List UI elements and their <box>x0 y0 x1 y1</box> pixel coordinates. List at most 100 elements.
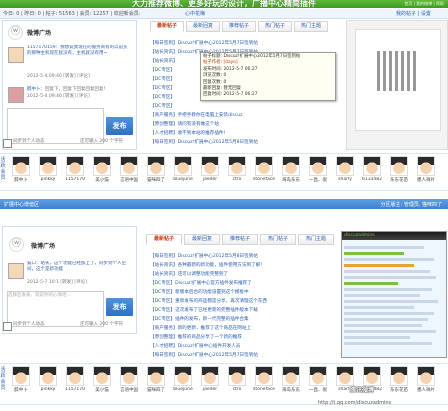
member-avatar[interactable]: bluejune <box>172 156 194 182</box>
member-avatar[interactable]: 一直、很 <box>307 366 329 393</box>
list-item[interactable]: 【DC专区】 <box>150 85 200 91</box>
list-item[interactable]: 【站长资讯】 <box>150 58 200 64</box>
member-avatar[interactable]: 1157170 <box>64 156 86 182</box>
tab-hot-posts[interactable]: 热门帖子 <box>258 21 292 32</box>
list-item[interactable]: 【DC专区】 <box>150 67 200 73</box>
member-name: stoneface <box>253 387 275 392</box>
publish-button[interactable]: 发布 <box>106 298 133 316</box>
member-avatar[interactable]: 醉中卜 <box>10 156 32 183</box>
text-line <box>344 246 424 249</box>
strip-label: 活跃会员 <box>0 367 6 391</box>
member-avatar[interactable]: 东东花苗 <box>388 366 410 393</box>
member-avatar[interactable]: 美小猫 <box>91 366 113 393</box>
member-avatar[interactable]: 海岛东东 <box>280 366 302 393</box>
member-avatar[interactable]: stoneface <box>253 366 275 392</box>
sync-checkbox[interactable] <box>3 322 12 331</box>
list-item[interactable]: 【人才招聘】Discuz!扩展中心插件开发人员 <box>150 343 336 349</box>
member-avatar[interactable]: 墨人祥片 <box>415 156 437 183</box>
member-avatar[interactable]: 一直、很 <box>307 156 329 183</box>
post-list-bottom: 【每日签到】Discuz!扩展中心2012年5月8日签到帖 【站长资讯】各种最新… <box>150 250 336 360</box>
member-name: 醉中卜 <box>14 178 28 183</box>
member-name: pinkky <box>40 387 56 392</box>
member-avatar[interactable]: 墨人祥片 <box>415 366 437 393</box>
text-line <box>344 318 428 321</box>
member-name: stoneface <box>253 177 275 182</box>
section-title[interactable]: 扩展中心增值区 <box>4 201 39 208</box>
sync-checkbox[interactable] <box>3 139 12 148</box>
member-avatar[interactable]: jaeder <box>199 366 221 392</box>
post-meta[interactable]: 2012-5-4 09:40 [转发] [评论] <box>27 74 90 80</box>
list-item[interactable]: 【DC专区】插件的发布，新一代完整的插件合集 <box>150 316 336 322</box>
list-item[interactable]: 【站长资讯】还可以调整功能完整到了 <box>150 271 336 277</box>
ad-image[interactable] <box>346 20 448 150</box>
watermark-url: http://t.qq.com/discuzadmins <box>318 400 392 406</box>
list-item[interactable]: 【每日签到】Discuz!扩展中心2012年5月7日签到帖 <box>150 40 330 46</box>
member-avatar[interactable]: pinkky <box>37 366 59 392</box>
member-avatar[interactable]: sharly <box>334 156 356 182</box>
watermark-logo: 腾讯微博 <box>350 387 375 394</box>
member-avatar[interactable]: 美小猫 <box>91 156 113 183</box>
list-item[interactable]: 【原创整理】请问有没有做这个站 <box>150 121 330 127</box>
list-item[interactable]: 【DC专区】重新发布的商品都是分享，再次清理这个东西 <box>150 298 336 304</box>
tab-latest-posts[interactable]: 最新帖子 <box>146 234 182 245</box>
section-header: 扩展中心增值区 分区版主: 管理员, 猫咪四了 <box>0 199 448 209</box>
member-avatar[interactable]: 6133482 <box>361 156 383 182</box>
list-item[interactable]: 【每日签到】Discuz!扩展中心2012年5月7日签到帖 <box>150 352 336 358</box>
list-item[interactable]: 【DC专区】 <box>150 94 200 100</box>
text-line <box>344 342 432 345</box>
member-avatar[interactable]: 言语中国 <box>118 156 140 183</box>
tab-latest-replies[interactable]: 最新回复 <box>186 21 220 32</box>
member-avatar[interactable]: pinkky <box>37 156 59 182</box>
tab-latest-replies[interactable]: 最新回复 <box>184 234 220 245</box>
member-avatar[interactable]: jaeder <box>199 156 221 182</box>
list-item[interactable]: 【DC专区】这次发布了已经更新的完整插件版本下载 <box>150 307 336 313</box>
avatar[interactable] <box>8 87 24 103</box>
new-member-link[interactable]: 心中花梅 <box>185 10 205 17</box>
list-item[interactable]: 【站长资讯】各种最新的新功能，插件使用方法到了解！ <box>150 262 336 268</box>
member-avatar[interactable]: 东东花苗 <box>388 156 410 183</box>
member-avatar[interactable]: 猫咪四了 <box>145 156 167 183</box>
strip-label: 活跃会员 <box>0 157 6 181</box>
tab-latest-posts[interactable]: 最新帖子 <box>150 21 184 32</box>
text-line <box>344 300 438 303</box>
tab-recommended[interactable]: 推荐帖子 <box>222 21 256 32</box>
member-avatar[interactable]: 1157170 <box>64 366 86 392</box>
tab-hot-posts[interactable]: 热门帖子 <box>260 234 296 245</box>
banner-links[interactable]: 首页 | 我的微博 | 帮助 <box>404 1 444 7</box>
banner-title: 大力推荐微博、更多好玩的设计，广播中心精简插件 <box>132 0 316 8</box>
member-avatar[interactable]: ctro <box>226 366 248 392</box>
list-item[interactable]: 【每日签到】Discuz!扩展中心2012年5月8日签到帖 <box>150 139 330 145</box>
list-item[interactable]: 【原创整理】推荐的商品分享了一个新的推荐 <box>150 334 336 340</box>
list-item[interactable]: 【DC专区】新版本后台的功能设置到这个模板中 <box>150 289 336 295</box>
member-avatar[interactable]: 海岛东东 <box>280 156 302 183</box>
list-item[interactable]: 【商户服务】新的更新，推荐了这个商品在网站上 <box>150 325 336 331</box>
list-item[interactable]: 【DC专区】 <box>150 76 200 82</box>
list-item[interactable]: 【DC专区】 <box>150 103 200 109</box>
list-item[interactable]: 【DC专区】Discuz!扩展中心官方插件发布推荐了 <box>150 280 336 286</box>
member-name: 猫咪四了 <box>147 178 165 183</box>
post-meta[interactable]: 2012-5-7 10:1 [转发] [评论] <box>27 280 87 286</box>
list-item[interactable]: 【商户服务】手把手教你在电脑上安装discuz <box>150 112 330 118</box>
list-item[interactable]: 【每日签到】Discuz!扩展中心2012年5月8日签到帖 <box>150 253 336 259</box>
member-avatar[interactable]: stoneface <box>253 156 275 182</box>
tab-bar: 最新帖子 最新回复 推荐帖子 热门帖子 热门主题 <box>150 21 340 33</box>
publish-button[interactable]: 发布 <box>106 117 133 135</box>
member-avatar[interactable]: 言语中国 <box>118 366 140 393</box>
tab-recommended[interactable]: 推荐帖子 <box>222 234 258 245</box>
tab-hot-threads[interactable]: 热门主题 <box>298 234 334 245</box>
char-counter: 还可输入 200 个字符 <box>80 139 123 144</box>
member-avatar[interactable]: ctro <box>226 156 248 182</box>
post2-meta[interactable]: 2012-5-4 09:40 [转发] [评论] <box>27 94 90 100</box>
user-links[interactable]: 我的帖子 | 设置 <box>396 10 431 17</box>
avatar[interactable] <box>8 263 24 279</box>
list-item[interactable]: 【人才招聘】收不到本站的推荐插件！ <box>150 130 330 136</box>
member-avatar[interactable]: 醉中卜 <box>10 366 32 393</box>
moderator-links[interactable]: 管理员, 猫咪四了 <box>404 202 442 208</box>
member-name: 醉中卜 <box>14 388 28 393</box>
weibo-screenshot[interactable]: discuzadmins <box>341 231 447 358</box>
avatar[interactable] <box>8 47 24 63</box>
tab-hot-threads[interactable]: 热门主题 <box>294 21 328 32</box>
weibo-logo-icon: ⓦ <box>8 25 23 40</box>
member-avatar[interactable]: bluejune <box>172 366 194 392</box>
member-avatar[interactable]: 猫咪四了 <box>145 366 167 393</box>
